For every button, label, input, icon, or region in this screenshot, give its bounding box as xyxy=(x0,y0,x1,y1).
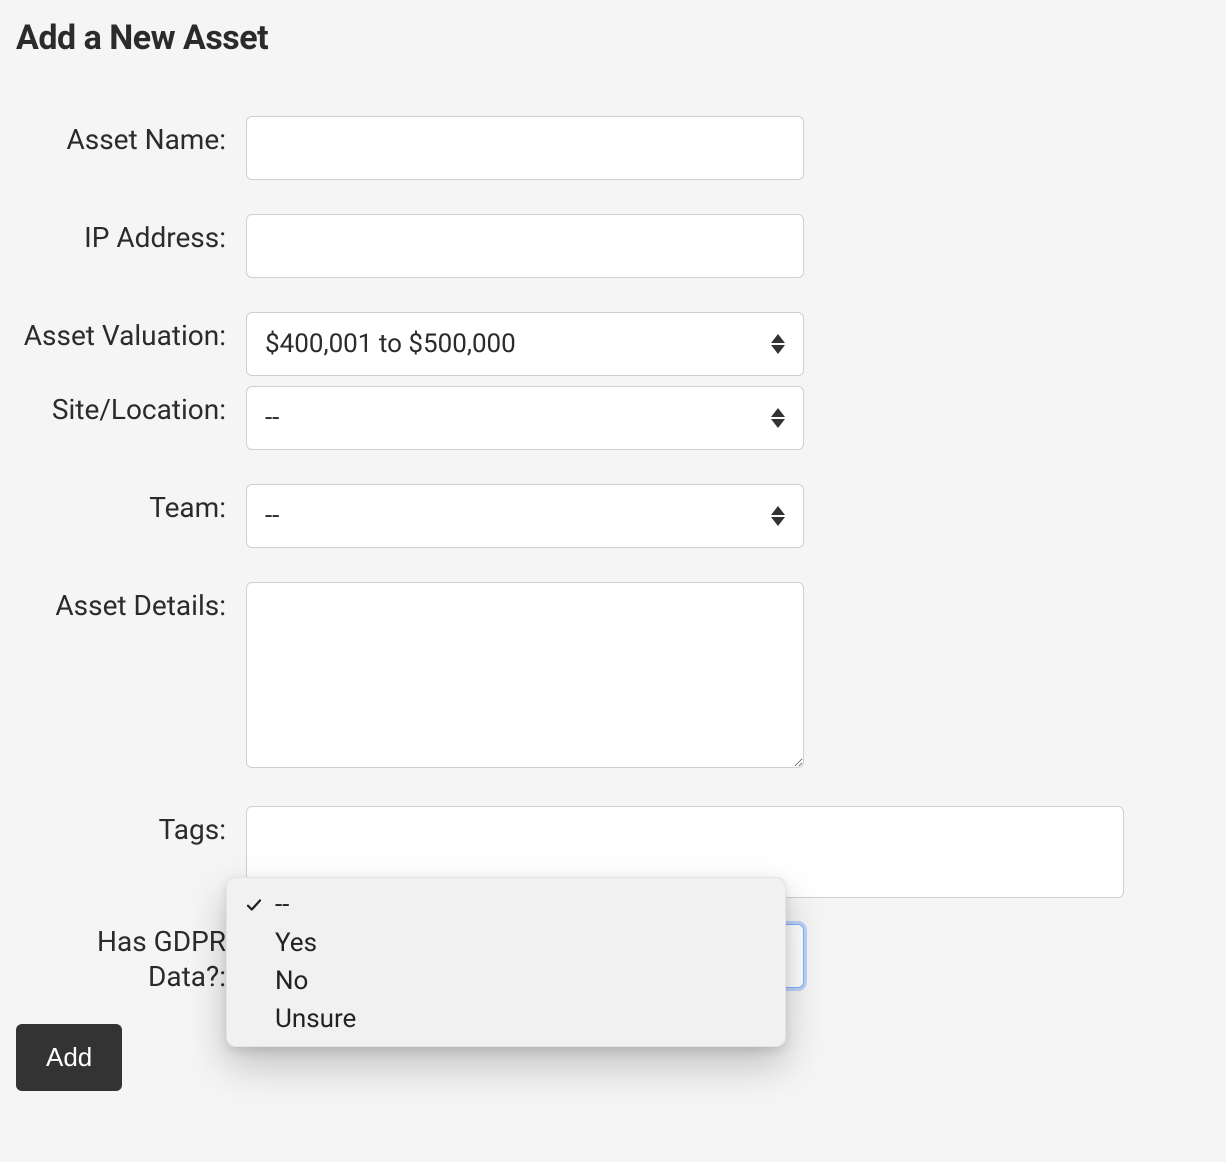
asset-name-label: Asset Name: xyxy=(16,116,246,157)
gdpr-option-label: Unsure xyxy=(269,1004,356,1034)
gdpr-option-no[interactable]: No xyxy=(227,962,785,1000)
team-label: Team: xyxy=(16,484,246,525)
ip-address-label: IP Address: xyxy=(16,214,246,255)
chevron-updown-icon xyxy=(771,408,785,428)
has-gdpr-dropdown[interactable]: -- Yes No Unsure xyxy=(226,877,786,1047)
check-icon xyxy=(239,896,269,914)
asset-details-label: Asset Details: xyxy=(16,582,246,623)
asset-name-input[interactable] xyxy=(246,116,804,180)
asset-valuation-value: $400,001 to $500,000 xyxy=(265,329,516,359)
gdpr-option-blank[interactable]: -- xyxy=(227,886,785,924)
tags-label: Tags: xyxy=(16,806,246,847)
add-button[interactable]: Add xyxy=(16,1024,122,1091)
has-gdpr-label: Has GDPR Data?: xyxy=(16,924,246,994)
chevron-updown-icon xyxy=(771,506,785,526)
site-location-select[interactable]: -- xyxy=(246,386,804,450)
gdpr-option-label: Yes xyxy=(269,928,317,958)
team-value: -- xyxy=(265,501,279,531)
site-location-value: -- xyxy=(265,403,279,433)
team-select[interactable]: -- xyxy=(246,484,804,548)
gdpr-option-unsure[interactable]: Unsure xyxy=(227,1000,785,1038)
site-location-label: Site/Location: xyxy=(16,386,246,427)
asset-valuation-label: Asset Valuation: xyxy=(16,312,246,353)
asset-details-textarea[interactable] xyxy=(246,582,804,768)
gdpr-option-label: No xyxy=(269,966,308,996)
ip-address-input[interactable] xyxy=(246,214,804,278)
page-title: Add a New Asset xyxy=(16,18,1210,58)
chevron-updown-icon xyxy=(771,334,785,354)
asset-valuation-select[interactable]: $400,001 to $500,000 xyxy=(246,312,804,376)
gdpr-option-yes[interactable]: Yes xyxy=(227,924,785,962)
gdpr-option-label: -- xyxy=(269,890,289,920)
